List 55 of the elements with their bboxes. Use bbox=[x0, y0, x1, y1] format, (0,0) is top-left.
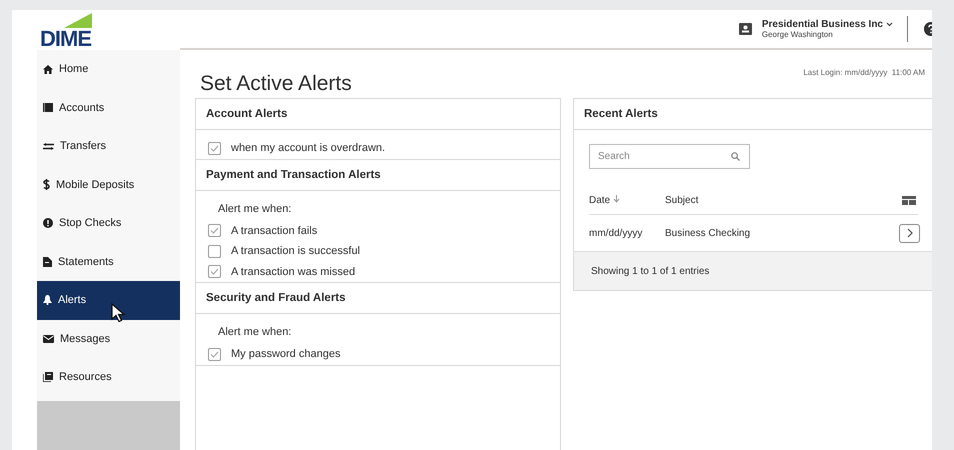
section-heading: Recent Alerts bbox=[574, 99, 932, 130]
checkbox[interactable] bbox=[208, 265, 221, 278]
nav-item[interactable]: Transfers bbox=[37, 127, 180, 166]
alert-intro-text: Alert me when: bbox=[217, 326, 292, 338]
table-cell: Business Checking bbox=[665, 228, 750, 238]
document-icon bbox=[43, 256, 52, 267]
nav-item[interactable]: Alerts bbox=[37, 281, 180, 320]
nav-item[interactable]: Home bbox=[37, 50, 180, 88]
column-header[interactable]: Subject bbox=[665, 194, 698, 206]
last-login-text: Last Login: mm/dd/yyyy 11:00 AM bbox=[803, 68, 925, 77]
checkbox[interactable] bbox=[208, 224, 221, 238]
checkbox-label: when my account is overdrawn. bbox=[231, 142, 386, 154]
checkbox[interactable] bbox=[208, 244, 221, 258]
exclamation-circle-icon bbox=[43, 218, 53, 228]
user-card-icon bbox=[738, 23, 752, 35]
checkbox-label: A transaction was missed bbox=[231, 266, 356, 278]
envelope-icon bbox=[43, 334, 54, 343]
chevron-right-icon bbox=[906, 228, 912, 238]
checkbox[interactable] bbox=[208, 348, 221, 361]
nav-item[interactable]: Resources bbox=[37, 358, 180, 396]
logo-mark-icon bbox=[64, 13, 92, 28]
chevron-down-icon bbox=[886, 22, 893, 27]
nav-item[interactable]: Stop Checks bbox=[37, 204, 180, 242]
section-heading: Security and Fraud Alerts bbox=[196, 283, 560, 314]
table-layout-icon[interactable] bbox=[902, 196, 916, 204]
page-title: Set Active Alerts bbox=[200, 72, 352, 96]
row-open-button[interactable] bbox=[899, 224, 920, 242]
dollar-icon bbox=[43, 179, 50, 190]
table-cell: mm/dd/yyyy bbox=[589, 228, 642, 238]
sort-down-icon bbox=[612, 194, 620, 202]
search-field[interactable]: Search bbox=[589, 144, 750, 169]
home-icon bbox=[43, 64, 53, 74]
nav-item[interactable]: Mobile Deposits bbox=[37, 166, 180, 204]
section-heading: Payment and Transaction Alerts bbox=[196, 160, 560, 190]
checkbox-label: A transaction fails bbox=[231, 224, 318, 237]
bell-icon bbox=[43, 295, 52, 306]
account-switcher[interactable]: Presidential Business Inc George Washington bbox=[762, 19, 893, 39]
alert-intro-text: Alert me when: bbox=[217, 202, 292, 214]
logo-text: DIME bbox=[40, 28, 91, 50]
column-header[interactable]: Date bbox=[589, 194, 610, 206]
user-name: George Washington bbox=[762, 30, 834, 39]
section-heading: Account Alerts bbox=[196, 99, 560, 130]
transfer-icon bbox=[43, 142, 54, 150]
nav-item[interactable]: Statements bbox=[37, 242, 180, 281]
nav-item[interactable]: Accounts bbox=[37, 88, 180, 127]
company-name: Presidential Business Inc bbox=[762, 19, 883, 30]
checkbox-label: My password changes bbox=[231, 348, 340, 360]
table-footer-text: Showing 1 to 1 of 1 entries bbox=[574, 251, 932, 290]
checkbox-label: A transaction is successful bbox=[231, 245, 360, 258]
nav-item[interactable]: Messages bbox=[37, 320, 180, 358]
book-icon bbox=[43, 103, 53, 112]
checkbox[interactable] bbox=[208, 142, 221, 155]
book-icon bbox=[43, 372, 53, 382]
search-icon bbox=[731, 152, 740, 161]
mouse-pointer-icon bbox=[111, 303, 125, 323]
